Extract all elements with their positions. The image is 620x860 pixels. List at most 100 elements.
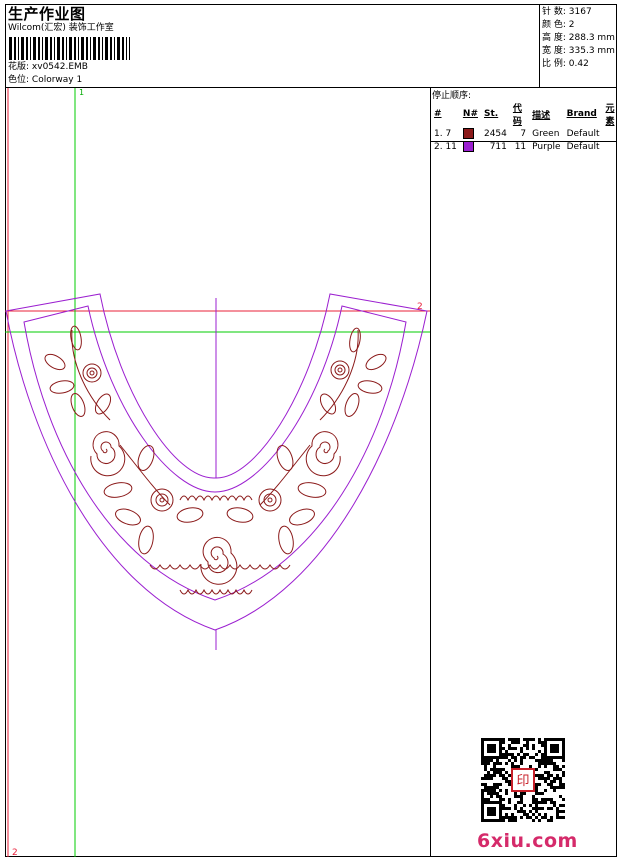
qr-module (520, 759, 523, 762)
qr-module (496, 771, 499, 774)
qr-module (544, 798, 547, 801)
qr-module (541, 801, 544, 804)
qr-module (520, 762, 523, 765)
qr-module (550, 798, 553, 801)
qr-module (508, 753, 511, 756)
qr-module (523, 738, 526, 741)
qr-module (508, 807, 511, 810)
qr-module (538, 759, 541, 762)
qr-module (493, 762, 496, 765)
qr-module (556, 765, 559, 768)
qr-module (487, 792, 490, 795)
qr-module (502, 807, 505, 810)
qr-module (520, 810, 523, 813)
qr-module (514, 738, 517, 741)
qr-module (520, 747, 523, 750)
qr-module (484, 777, 487, 780)
leaf (276, 445, 294, 471)
qr-module (556, 807, 559, 810)
qr-module (556, 786, 559, 789)
qr-finder (487, 744, 496, 753)
qr-module (517, 801, 520, 804)
scroll-chain-lower (149, 564, 291, 570)
qr-module (499, 774, 502, 777)
qr-module (532, 801, 535, 804)
qr-module (514, 759, 517, 762)
qr-module (538, 801, 541, 804)
qr-module (514, 819, 517, 822)
leaf (349, 327, 361, 353)
qr-module (547, 759, 550, 762)
qr-module (514, 747, 517, 750)
qr-module (505, 753, 508, 756)
qr-module (502, 753, 505, 756)
qr-module (547, 774, 550, 777)
qr-module (520, 756, 523, 759)
qr-module (541, 807, 544, 810)
qr-module (496, 783, 499, 786)
qr-module (499, 762, 502, 765)
qr-module (523, 804, 526, 807)
qr-module (511, 756, 514, 759)
qr-module (544, 789, 547, 792)
qr-module (481, 798, 484, 801)
qr-module (550, 807, 553, 810)
qr-module (562, 798, 565, 801)
qr-module (493, 786, 496, 789)
qr-module (544, 813, 547, 816)
qr-module (541, 798, 544, 801)
qr-module (553, 789, 556, 792)
qr-module (559, 786, 562, 789)
qr-module (559, 780, 562, 783)
qr-module (490, 792, 493, 795)
qr-module (526, 753, 529, 756)
qr-module (502, 804, 505, 807)
qr-module (523, 753, 526, 756)
qr-module (487, 786, 490, 789)
qr-module (526, 741, 529, 744)
qr-module (514, 741, 517, 744)
qr-module (517, 741, 520, 744)
qr-module (535, 798, 538, 801)
qr-module (526, 816, 529, 819)
qr-module (544, 780, 547, 783)
leaf (103, 482, 133, 498)
qr-module (508, 774, 511, 777)
qr-module (514, 765, 517, 768)
qr-module (508, 747, 511, 750)
leaf (297, 482, 327, 498)
qr-module (481, 789, 484, 792)
qr-module (496, 795, 499, 798)
qr-module (556, 777, 559, 780)
qr-module (496, 762, 499, 765)
qr-module (481, 792, 484, 795)
qr-module (544, 765, 547, 768)
qr-module (508, 759, 511, 762)
qr-module (535, 792, 538, 795)
qr-module (535, 759, 538, 762)
qr-module (535, 801, 538, 804)
qr-module (499, 795, 502, 798)
qr-module (532, 738, 535, 741)
qr-module (562, 816, 565, 819)
qr-module (481, 795, 484, 798)
qr-module (559, 777, 562, 780)
qr-module (535, 786, 538, 789)
qr-module (520, 795, 523, 798)
qr-module (550, 819, 553, 822)
qr-module (505, 816, 508, 819)
qr-module (496, 759, 499, 762)
qr-module (496, 786, 499, 789)
qr-module (487, 762, 490, 765)
leaf (44, 353, 66, 371)
qr-module (541, 774, 544, 777)
collar-inner-edge (23, 305, 407, 601)
qr-module (502, 747, 505, 750)
leaf (319, 393, 337, 415)
qr-module (502, 756, 505, 759)
qr-module (511, 765, 514, 768)
qr-module (541, 744, 544, 747)
qr-module (529, 756, 532, 759)
qr-module (508, 819, 511, 822)
qr-module (562, 786, 565, 789)
